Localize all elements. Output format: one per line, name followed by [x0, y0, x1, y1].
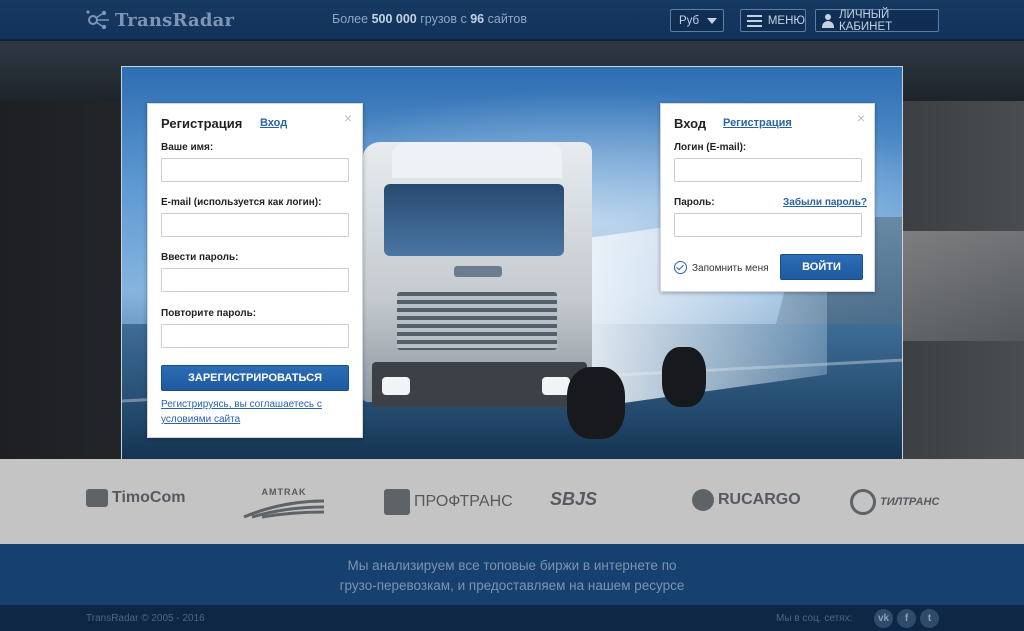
truck-headlight-right: [542, 377, 570, 395]
social-label: Мы в соц. сетях:: [776, 613, 853, 624]
truck-badge: [454, 266, 502, 277]
partners-strip: TimoCom AMTRAK ПРОФТРАНС SBJS RUCARGO ТИ…: [0, 459, 1024, 544]
name-label: Ваше имя:: [161, 142, 214, 153]
registration-tab-link[interactable]: Регистрация: [723, 117, 792, 129]
info-line-1: Мы анализируем все топовые биржи в интер…: [347, 558, 677, 573]
menu-label: МЕНЮ: [767, 14, 805, 27]
truck-windshield: [384, 184, 564, 256]
truck-wheel-rear: [662, 347, 706, 407]
name-field[interactable]: [161, 158, 349, 182]
truck-wheel-front: [567, 367, 625, 439]
close-icon[interactable]: ×: [344, 111, 352, 125]
currency-value: Руб: [679, 14, 700, 27]
user-icon: [821, 13, 834, 28]
partner-sbjs-label: SBJS: [550, 489, 598, 509]
partner-rucargo-label: RUCARGO: [718, 491, 801, 508]
repeat-password-field[interactable]: [161, 324, 349, 348]
tagline-prefix: Более: [332, 12, 372, 26]
personal-cabinet-button[interactable]: ЛИЧНЫЙ КАБИНЕТ: [815, 8, 939, 33]
partner-tiltrans[interactable]: ТИЛТРАНС: [850, 489, 939, 515]
close-icon[interactable]: ×: [857, 111, 865, 125]
remember-me-label[interactable]: Запомнить меня: [692, 263, 769, 274]
login-title: Вход: [674, 116, 707, 131]
partner-sbjs[interactable]: SBJS: [550, 489, 597, 510]
rucargo-logo-icon: [692, 489, 714, 511]
tagline-suffix: сайтов: [484, 12, 527, 26]
forgot-password-link[interactable]: Забыли пароль?: [783, 197, 867, 208]
info-line-2: грузо-перевозкам, и предоставляем на наш…: [339, 578, 685, 593]
terms-link-line2[interactable]: условиями сайта: [161, 413, 240, 427]
truck-headlight-left: [382, 377, 410, 395]
login-password-field[interactable]: [674, 213, 862, 237]
login-password-label: Пароль:: [674, 197, 715, 208]
password-field[interactable]: [161, 268, 349, 292]
login-button[interactable]: ВОЙТИ: [780, 254, 863, 280]
truck-grille: [397, 292, 557, 350]
password-label: Ввести пароль:: [161, 252, 239, 263]
truck-roof: [392, 142, 562, 178]
email-label: E-mail (используется как логин):: [161, 197, 322, 208]
currency-select[interactable]: Руб: [670, 9, 724, 32]
partner-amtrak[interactable]: AMTRAK: [242, 487, 326, 519]
partner-proftrans-label: ПРОФТРАНС: [414, 493, 513, 510]
tagline: Более 500 000 грузов с 96 сайтов: [332, 12, 527, 26]
login-form: Вход Регистрация × Логин (E-mail): Парол…: [660, 103, 875, 292]
truck-cab: [362, 142, 592, 407]
login-email-label: Логин (E-mail):: [674, 142, 747, 153]
menu-button[interactable]: МЕНЮ: [740, 9, 806, 32]
partner-amtrak-label: AMTRAK: [261, 487, 307, 497]
copyright: TransRadar © 2005 - 2016: [86, 613, 205, 624]
vk-icon[interactable]: vk: [874, 609, 893, 628]
tiltrans-logo-icon: [850, 489, 876, 515]
register-button[interactable]: ЗАРЕГИСТРИРОВАТЬСЯ: [161, 365, 349, 391]
proftrans-logo-icon: [384, 489, 410, 515]
top-header: TransRadar Более 500 000 грузов с 96 сай…: [0, 0, 1024, 40]
chevron-down-icon: [707, 18, 717, 24]
partner-rucargo[interactable]: RUCARGO: [692, 489, 801, 511]
remember-me-checkbox[interactable]: [674, 261, 687, 274]
registration-title: Регистрация: [161, 116, 243, 131]
registration-form: Регистрация Вход × Ваше имя: E-mail (исп…: [147, 103, 363, 438]
partner-timocom[interactable]: TimoCom: [86, 489, 185, 507]
hamburger-icon: [747, 14, 762, 27]
partner-tiltrans-label: ТИЛТРАНС: [880, 496, 940, 508]
cabinet-label: ЛИЧНЫЙ КАБИНЕТ: [839, 8, 893, 33]
tagline-sites: 96: [470, 12, 485, 26]
terms-link-line1[interactable]: Регистрируясь, вы соглашаетесь с: [161, 398, 322, 412]
info-band: Мы анализируем все топовые биржи в интер…: [0, 544, 1024, 605]
footer: TransRadar © 2005 - 2016 Мы в соц. сетях…: [0, 605, 1024, 631]
tagline-mid: грузов с: [416, 12, 471, 26]
login-tab-link[interactable]: Вход: [260, 117, 287, 129]
partner-timocom-label: TimoCom: [112, 489, 186, 506]
partner-proftrans[interactable]: ПРОФТРАНС: [384, 489, 513, 515]
email-field[interactable]: [161, 213, 349, 237]
logo-text: TransRadar: [115, 9, 235, 31]
timocom-logo-icon: [86, 489, 108, 507]
facebook-icon[interactable]: f: [897, 609, 916, 628]
info-text: Мы анализируем все топовые биржи в интер…: [300, 556, 724, 596]
logo-network-icon: [86, 10, 109, 30]
login-email-field[interactable]: [674, 158, 862, 182]
tagline-count: 500 000: [371, 12, 417, 26]
logo[interactable]: TransRadar: [85, 7, 234, 33]
twitter-icon[interactable]: t: [920, 609, 939, 628]
amtrak-logo-icon: [243, 499, 325, 519]
repeat-password-label: Повторите пароль:: [161, 308, 257, 319]
